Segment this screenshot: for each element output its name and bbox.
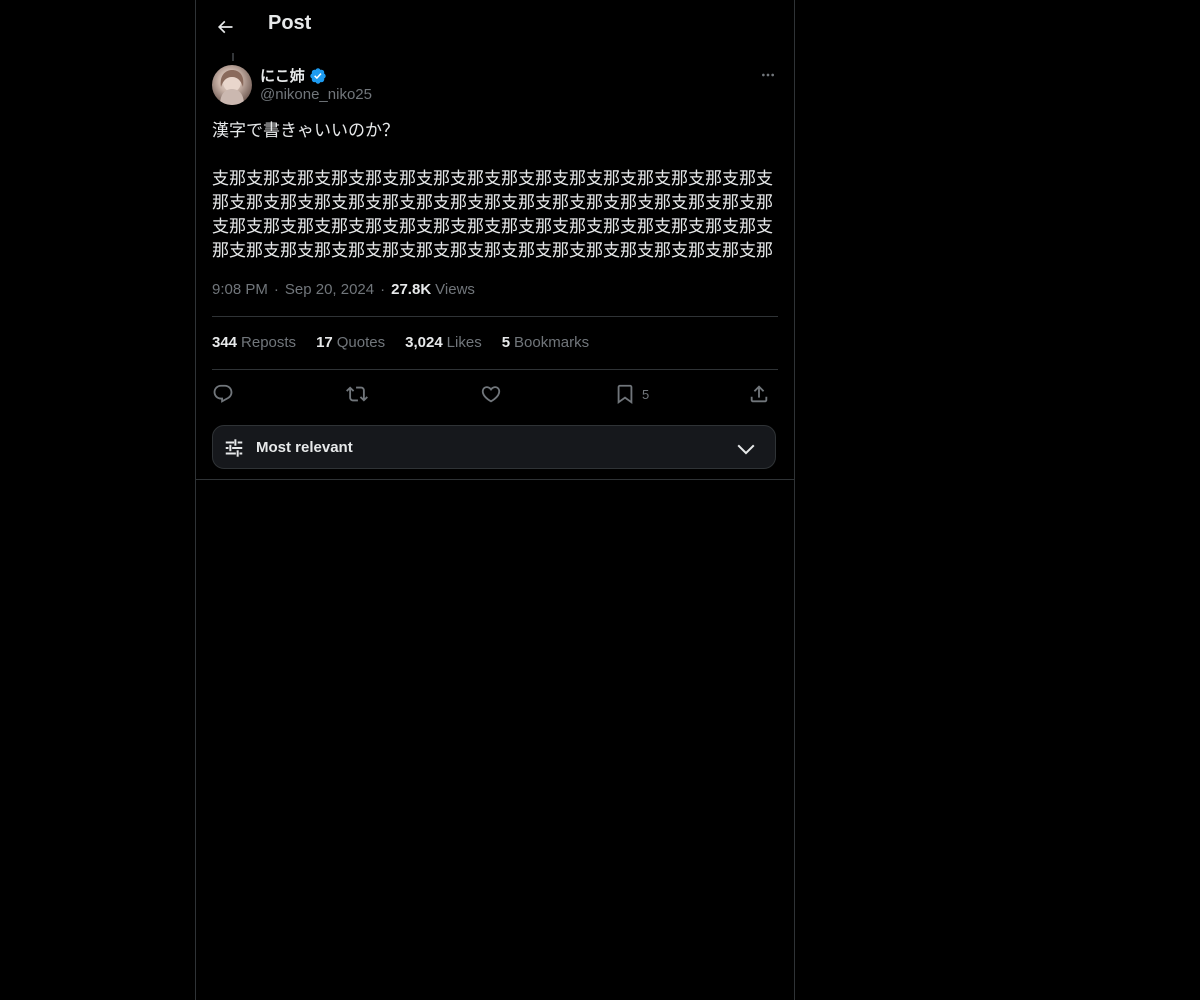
author-name-row[interactable]: にこ姉 <box>260 65 327 86</box>
author-handle[interactable]: @nikone_niko25 <box>260 86 372 103</box>
avatar[interactable] <box>212 65 252 105</box>
avatar-image <box>220 70 244 105</box>
tweet-meta: 9:08 PM · Sep 20, 2024 · 27.8K Views <box>212 281 475 298</box>
verified-badge-icon <box>310 67 326 84</box>
reply-button[interactable] <box>212 380 234 408</box>
author-display-name[interactable]: にこ姉 <box>260 65 305 86</box>
tweet-text: 漢字で書きゃいいのか？ 支那支那支那支那支那支那支那支那支那支那支那支那支那支那… <box>212 119 778 263</box>
action-bar: 5 <box>212 380 778 408</box>
repost-button[interactable] <box>346 380 368 408</box>
heart-icon <box>481 386 501 403</box>
bookmarks-stat[interactable]: 5 Bookmarks <box>502 334 589 351</box>
likes-count: 3,024 <box>405 334 443 351</box>
likes-stat[interactable]: 3,024 Likes <box>405 334 482 351</box>
main-column: Post にこ姉 @nikone_niko25 漢字で書きゃいいのか？ 支那支那… <box>195 0 795 1000</box>
reposts-stat[interactable]: 344 Reposts <box>212 334 296 351</box>
likes-label: Likes <box>446 334 482 351</box>
meta-separator: · <box>273 281 279 298</box>
engagement-stats: 344 Reposts 17 Quotes 3,024 Likes 5 Bookmark… <box>212 334 609 351</box>
like-button[interactable] <box>480 380 502 408</box>
reply-icon <box>213 384 233 403</box>
views-label: Views <box>435 281 475 298</box>
divider <box>212 369 778 370</box>
reposts-count: 344 <box>212 334 238 351</box>
back-button[interactable] <box>208 10 242 44</box>
bookmarks-label: Bookmarks <box>514 334 590 351</box>
tweet-date[interactable]: Sep 20, 2024 <box>285 281 374 298</box>
sort-replies-dropdown[interactable]: Most relevant <box>212 425 776 469</box>
tweet-text-line: 支那支那支那支那支那支那支那支那支那支那支那支那支那支那支那支那支那支那支那支那… <box>212 169 773 260</box>
more-horizontal-icon <box>762 73 774 77</box>
views-count: 27.8K <box>391 281 432 298</box>
more-options-button[interactable] <box>756 64 780 86</box>
tweet-text-line: 漢字で書きゃいいのか？ <box>212 121 399 140</box>
page-title: Post <box>268 12 312 34</box>
quotes-stat[interactable]: 17 Quotes <box>316 334 385 351</box>
bookmark-count: 5 <box>642 386 650 402</box>
arrow-left-icon <box>217 20 233 34</box>
bookmark-button[interactable]: 5 <box>614 380 649 408</box>
sliders-icon <box>225 439 243 457</box>
reposts-label: Reposts <box>241 334 297 351</box>
chevron-down-icon <box>737 444 755 455</box>
bookmark-icon <box>617 384 633 405</box>
repost-icon <box>346 386 368 402</box>
tweet-time[interactable]: 9:08 PM <box>212 281 268 298</box>
sort-label: Most relevant <box>256 439 353 456</box>
quotes-label: Quotes <box>336 334 386 351</box>
share-icon <box>750 385 768 403</box>
share-button[interactable] <box>748 380 770 408</box>
quotes-count: 17 <box>316 334 333 351</box>
bookmarks-count: 5 <box>501 334 511 351</box>
section-divider <box>196 479 794 480</box>
thread-line <box>232 53 234 61</box>
header: Post <box>196 0 794 53</box>
meta-separator: · <box>380 281 386 298</box>
divider <box>212 316 778 317</box>
